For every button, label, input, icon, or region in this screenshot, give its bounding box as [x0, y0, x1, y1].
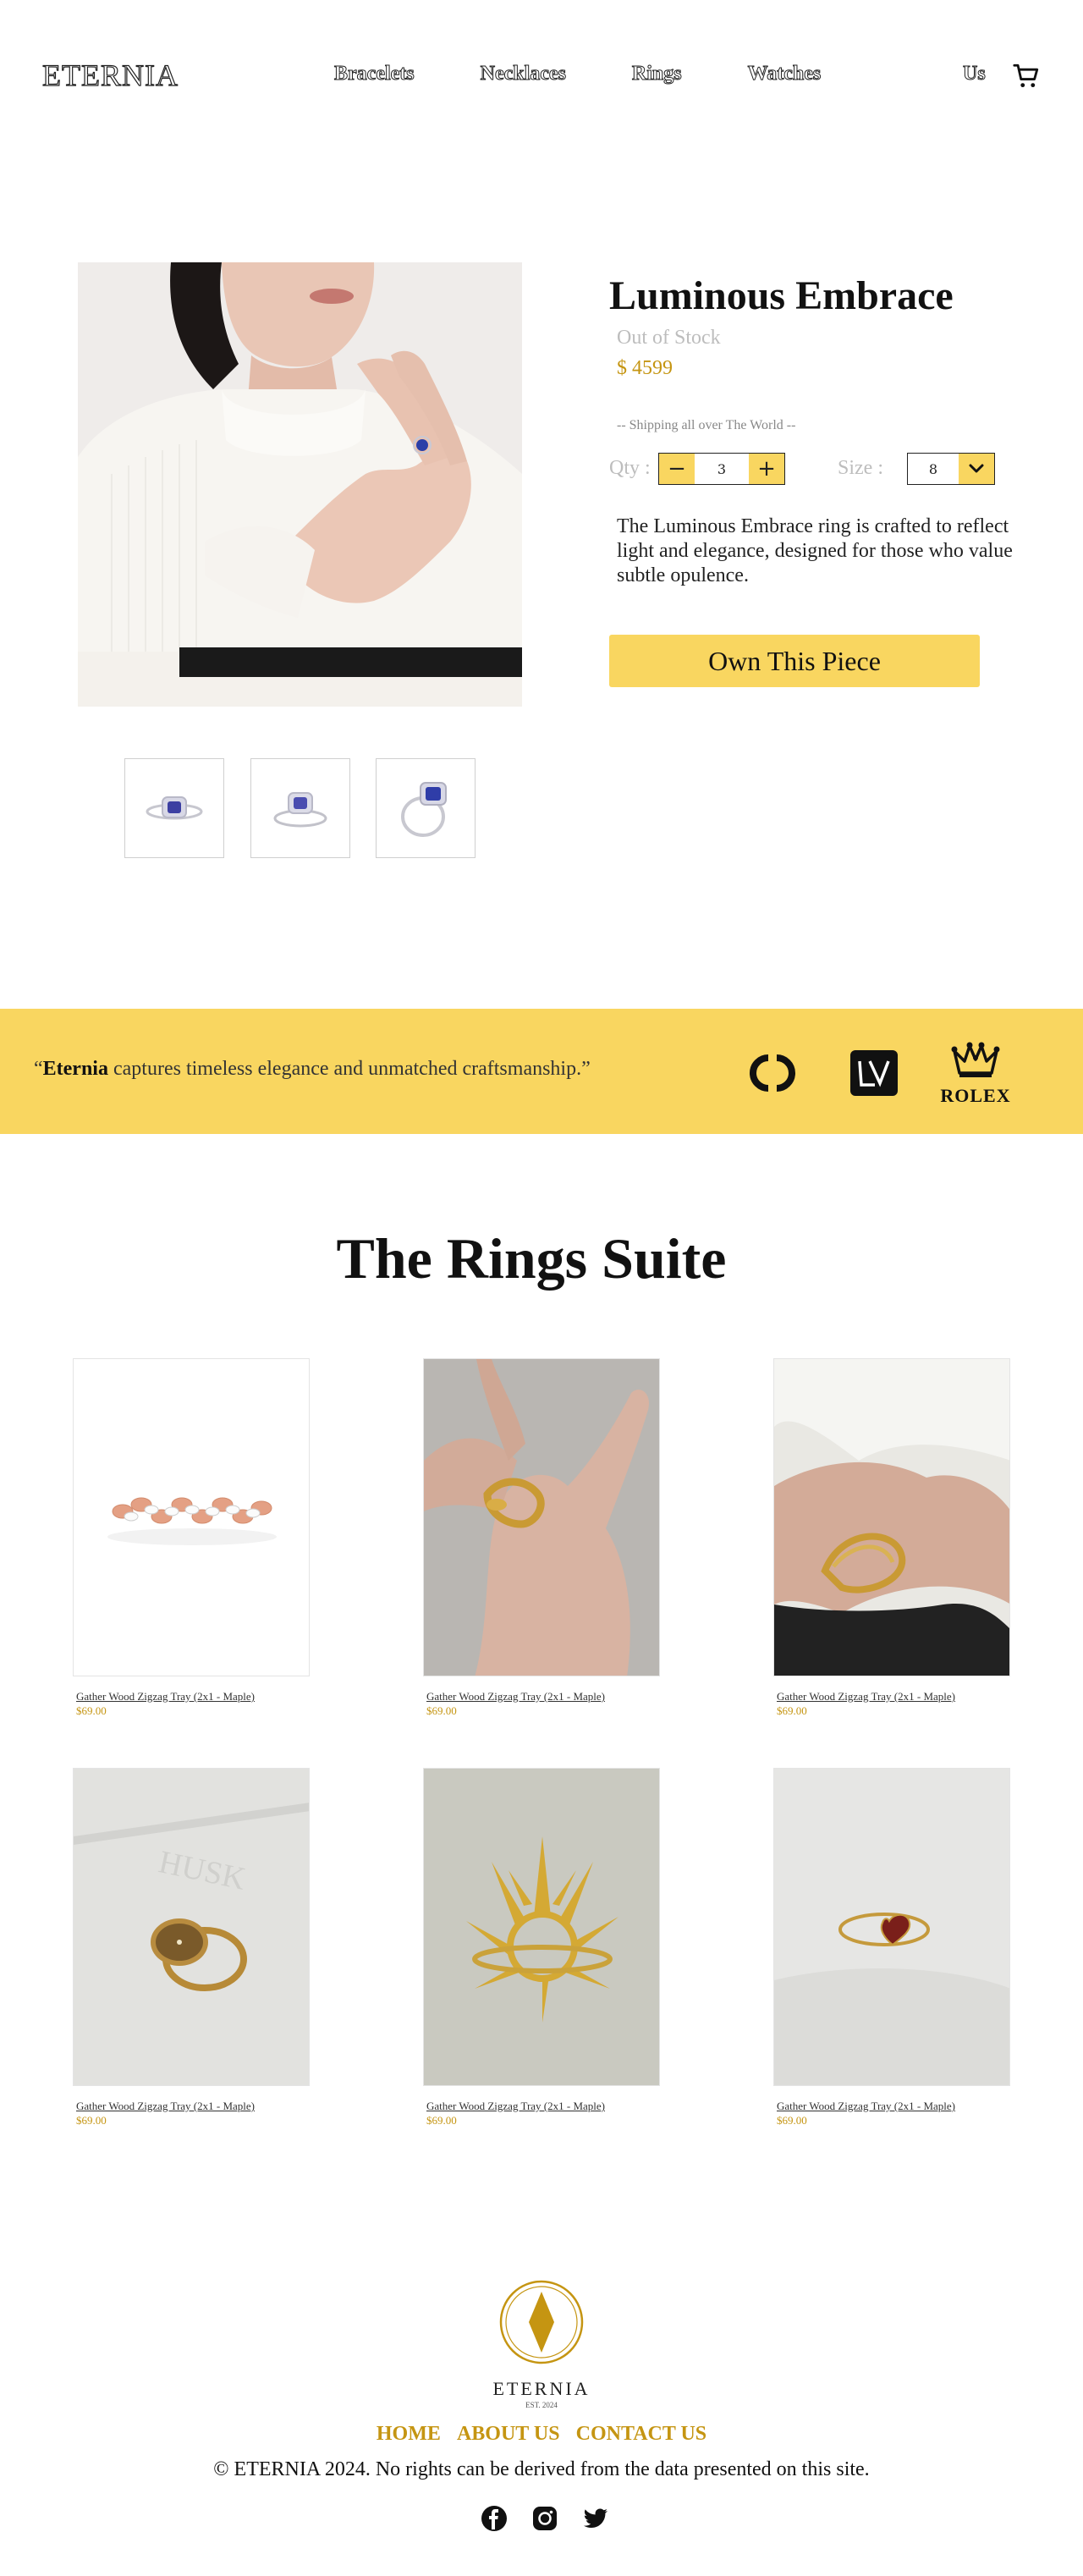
twitter-icon[interactable] [582, 2505, 609, 2532]
quote-brand: Eternia [42, 1058, 108, 1080]
product-card-price: $69.00 [777, 1704, 807, 1717]
qty-increment-button[interactable]: + [749, 454, 784, 484]
product-card[interactable]: Gather Wood Zigzag Tray (2x1 - Maple) $6… [73, 1358, 310, 1718]
nav-us[interactable]: Us [963, 63, 987, 85]
own-this-piece-button[interactable]: Own This Piece [609, 635, 980, 687]
chanel-logo-icon [750, 1054, 795, 1092]
thumbnail-1[interactable] [124, 758, 224, 858]
rolex-logo-icon: ROLEX [929, 1041, 1022, 1106]
product-card-price: $69.00 [777, 2114, 807, 2127]
quantity-stepper: − 3 + [658, 453, 785, 485]
product-card-name[interactable]: Gather Wood Zigzag Tray (2x1 - Maple) [76, 1690, 310, 1704]
product-card[interactable]: Gather Wood Zigzag Tray (2x1 - Maple) $6… [423, 1768, 660, 2127]
product-card-price: $69.00 [426, 1704, 457, 1717]
copyright-text: © ETERNIA 2024. No rights can be derived… [213, 2458, 870, 2480]
product-card-price: $69.00 [76, 1704, 107, 1717]
product-card-image[interactable] [73, 1358, 310, 1676]
instagram-icon[interactable] [531, 2505, 558, 2532]
stock-status: Out of Stock [617, 327, 721, 349]
product-card[interactable]: Gather Wood Zigzag Tray (2x1 - Maple) $6… [773, 1768, 1010, 2127]
size-label: Size : [838, 457, 883, 479]
footer-logo-est: EST. 2024 [525, 2401, 558, 2409]
site-logo[interactable]: ETERNIA [41, 58, 179, 93]
footer-link-about[interactable]: ABOUT US [457, 2423, 560, 2445]
product-title: Luminous Embrace [609, 273, 954, 318]
product-card-image[interactable] [423, 1768, 660, 2086]
social-links [481, 2505, 609, 2532]
nav-necklaces[interactable]: Necklaces [480, 63, 566, 85]
qty-value[interactable]: 3 [695, 454, 749, 484]
size-select[interactable]: 8 [907, 453, 995, 485]
thumbnail-2[interactable] [250, 758, 350, 858]
product-description: The Luminous Embrace ring is crafted to … [617, 515, 1013, 586]
testimonial-banner: “Eternia captures timeless elegance and … [0, 1009, 1083, 1134]
footer-logo-text: ETERNIA [492, 2378, 591, 2399]
louis-vuitton-logo-icon [850, 1050, 898, 1096]
product-card-price: $69.00 [426, 2114, 457, 2127]
size-value[interactable]: 8 [908, 454, 959, 484]
cart-icon[interactable] [1012, 62, 1041, 91]
product-card-image[interactable] [423, 1358, 660, 1676]
product-card-image[interactable]: HUSK [73, 1768, 310, 2086]
suite-title: The Rings Suite [336, 1226, 727, 1291]
product-card[interactable]: HUSK Gather Wood Zigzag Tray (2x1 - Mapl… [73, 1768, 310, 2127]
product-card-name[interactable]: Gather Wood Zigzag Tray (2x1 - Maple) [777, 2100, 1010, 2113]
qty-label: Qty : [609, 457, 651, 479]
footer-links: HOME ABOUT US CONTACT US [0, 2423, 1083, 2446]
nav-bracelets[interactable]: Bracelets [334, 63, 415, 85]
product-card-name[interactable]: Gather Wood Zigzag Tray (2x1 - Maple) [76, 2100, 310, 2113]
product-card-price: $69.00 [76, 2114, 107, 2127]
nav-rings[interactable]: Rings [631, 63, 682, 85]
shipping-note: -- Shipping all over The World -- [617, 418, 796, 432]
rolex-wordmark: ROLEX [940, 1085, 1011, 1106]
footer-logo[interactable]: ETERNIA EST. 2024 [487, 2280, 596, 2409]
facebook-icon[interactable] [481, 2505, 508, 2532]
main-nav: Bracelets Necklaces Rings Watches [334, 63, 822, 85]
footer-link-contact[interactable]: CONTACT US [576, 2423, 706, 2445]
nav-watches[interactable]: Watches [747, 63, 822, 85]
footer-link-home[interactable]: HOME [377, 2423, 441, 2445]
chevron-down-icon[interactable] [959, 454, 994, 484]
product-card-name[interactable]: Gather Wood Zigzag Tray (2x1 - Maple) [426, 1690, 660, 1704]
thumbnail-3[interactable] [376, 758, 476, 858]
product-card[interactable]: Gather Wood Zigzag Tray (2x1 - Maple) $6… [423, 1358, 660, 1718]
product-main-image [78, 262, 522, 707]
site-header: ETERNIA Bracelets Necklaces Rings Watche… [0, 0, 1083, 152]
testimonial-quote: “Eternia captures timeless elegance and … [34, 1058, 591, 1080]
product-card[interactable]: Gather Wood Zigzag Tray (2x1 - Maple) $6… [773, 1358, 1010, 1718]
product-card-name[interactable]: Gather Wood Zigzag Tray (2x1 - Maple) [777, 1690, 1010, 1704]
product-card-image[interactable] [773, 1768, 1010, 2086]
product-card-name[interactable]: Gather Wood Zigzag Tray (2x1 - Maple) [426, 2100, 660, 2113]
product-price: $ 4599 [617, 357, 673, 379]
qty-decrement-button[interactable]: − [659, 454, 695, 484]
product-card-image[interactable] [773, 1358, 1010, 1676]
